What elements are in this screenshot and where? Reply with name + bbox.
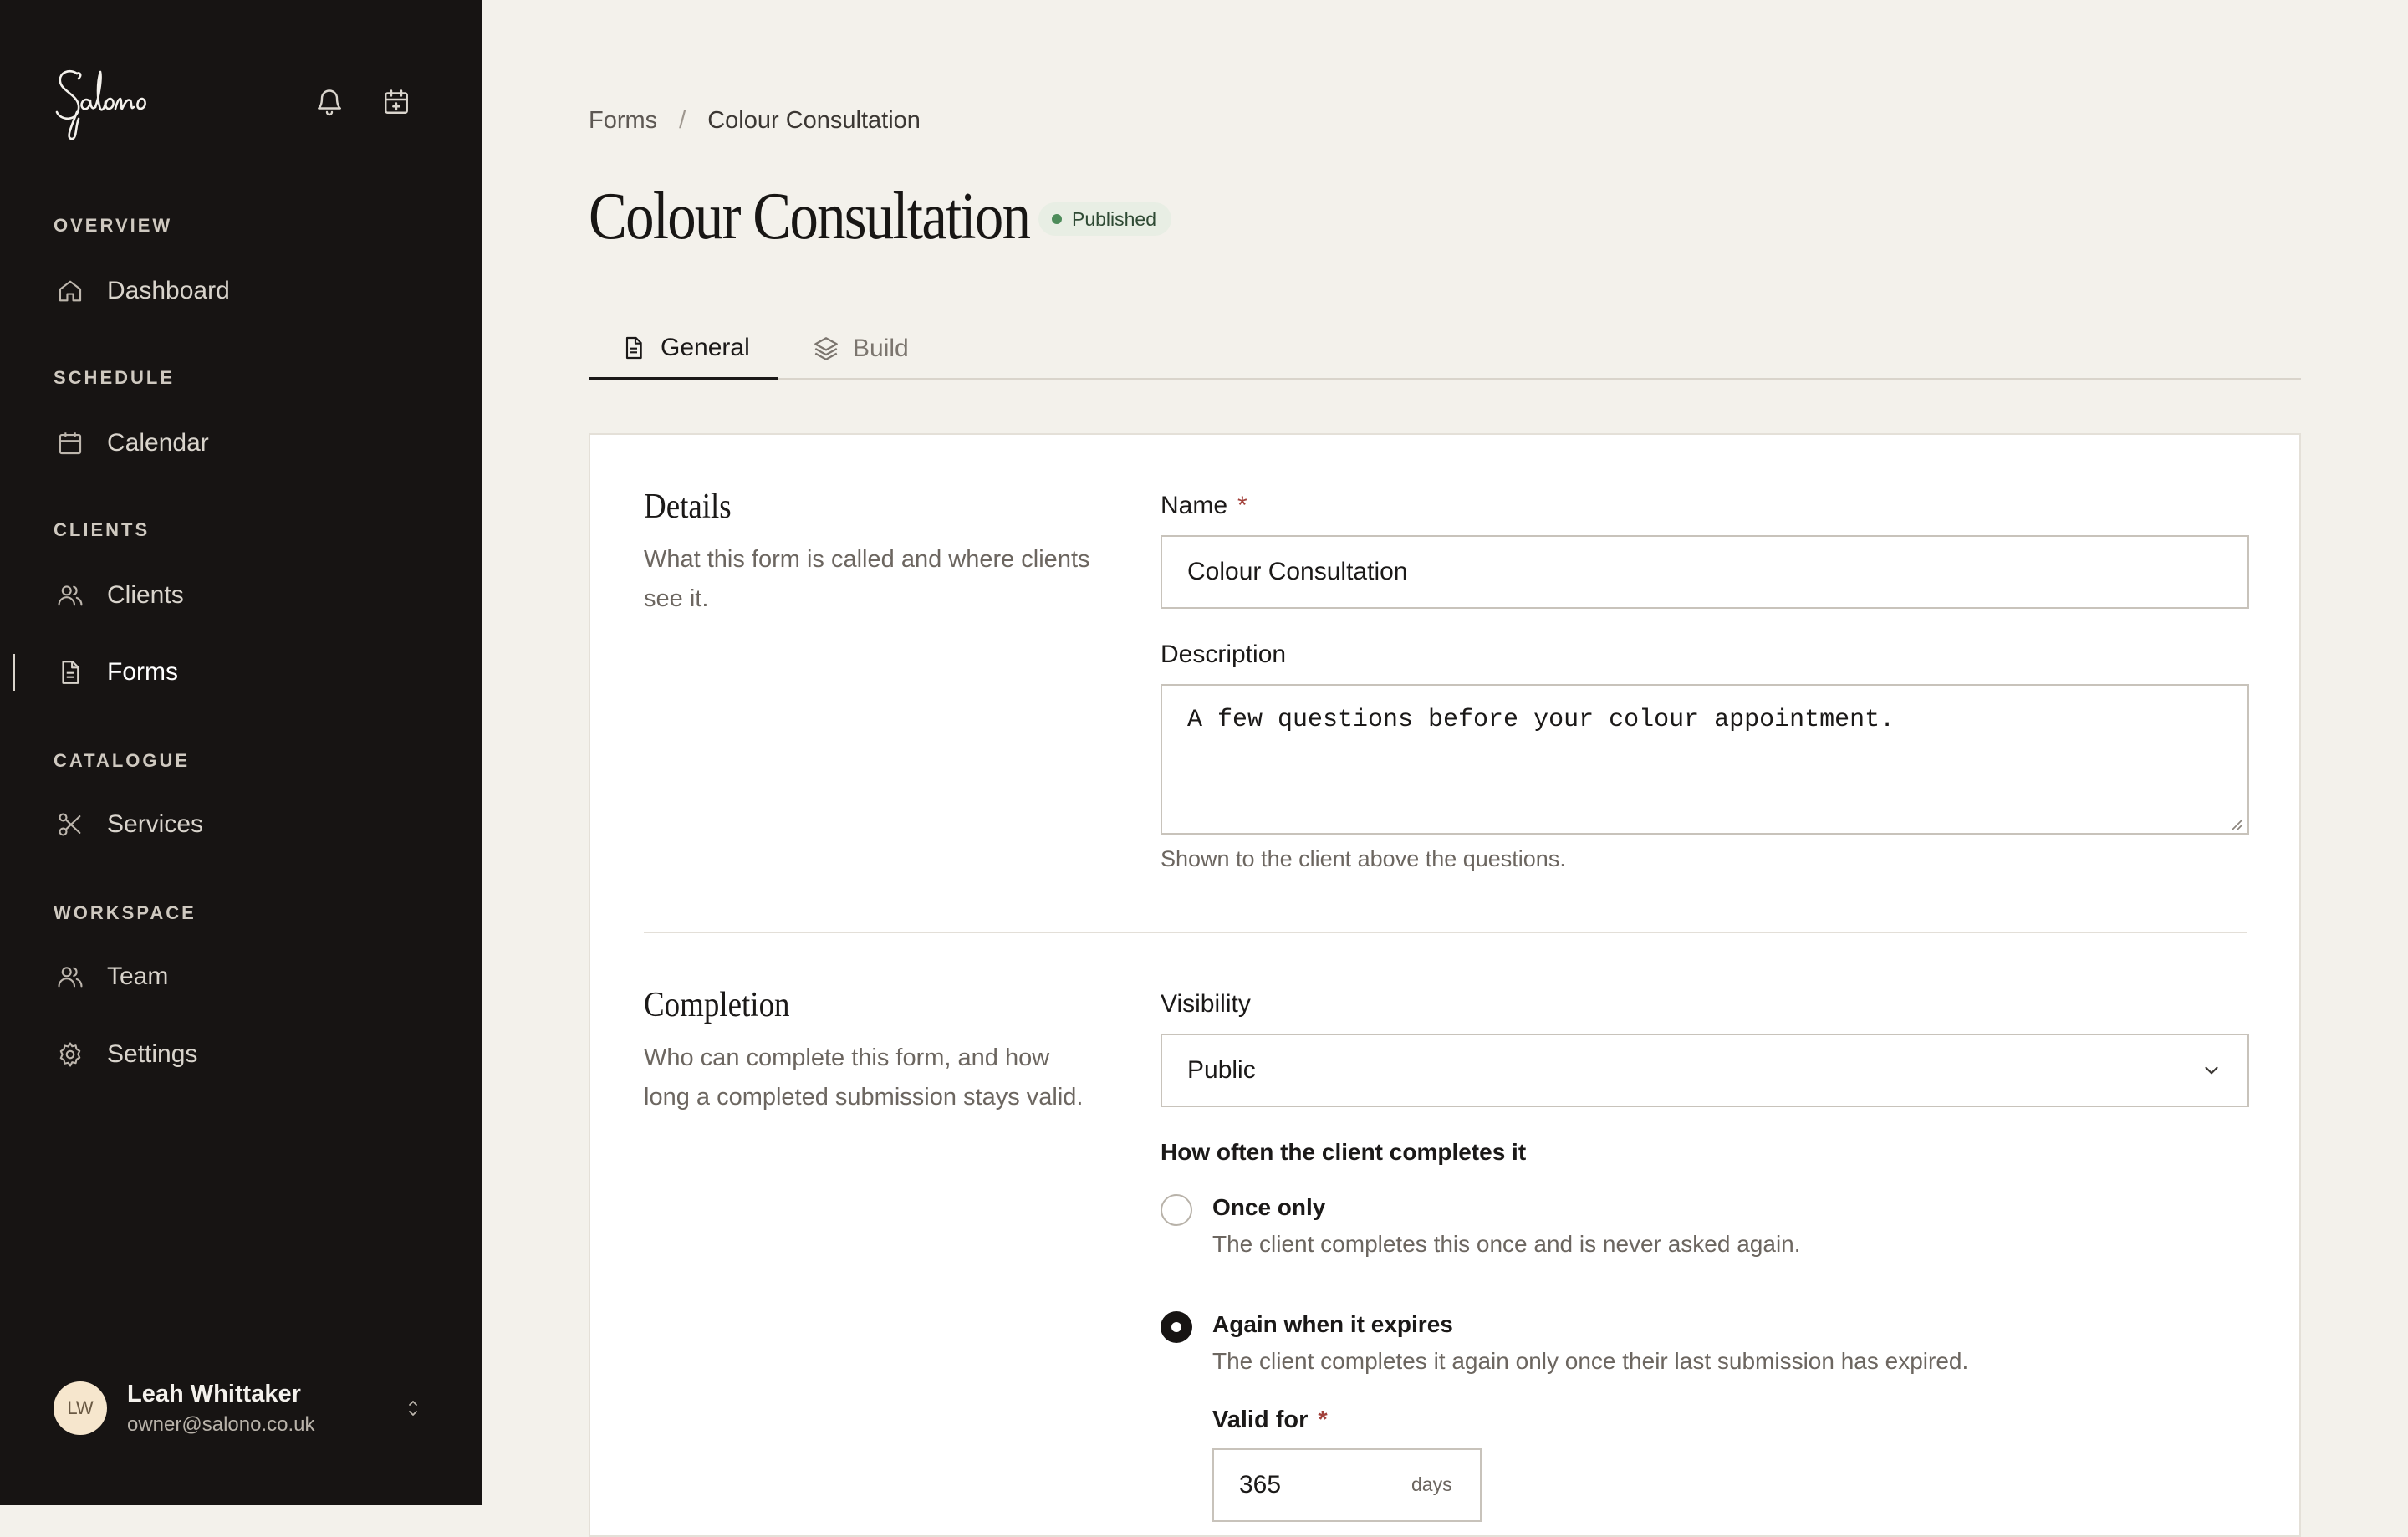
visibility-label: Visibility <box>1161 990 1251 1018</box>
sidebar-item-label: Services <box>107 810 204 838</box>
sidebar-item-label: Clients <box>107 581 184 609</box>
description-textarea[interactable]: A few questions before your colour appoi… <box>1161 684 2249 835</box>
sidebar-item-label: Forms <box>107 658 178 686</box>
name-label-text: Name <box>1161 492 1228 519</box>
sidebar-item-settings[interactable]: Settings <box>54 1031 197 1078</box>
avatar: LW <box>54 1381 107 1435</box>
sidebar-item-forms[interactable]: Forms <box>54 649 178 696</box>
again-when-expires-title: Again when it expires <box>1212 1311 1453 1337</box>
users-icon <box>54 579 87 612</box>
once-only-description: The client completes this once and is ne… <box>1212 1231 1801 1257</box>
valid-for-label: Valid for * <box>1212 1407 1328 1434</box>
gear-icon <box>54 1038 87 1071</box>
section-description-completion: Who can complete this form, and how long… <box>644 1044 1084 1111</box>
required-marker: * <box>1318 1407 1328 1433</box>
user-name: Leah Whittaker <box>127 1380 301 1407</box>
description-label: Description <box>1161 641 1287 668</box>
again-when-expires-radio[interactable] <box>1161 1311 1192 1343</box>
section-title-completion: Completion <box>644 986 790 1024</box>
status-dot-icon <box>1052 214 1062 224</box>
valid-for-label-text: Valid for <box>1212 1407 1309 1433</box>
required-marker: * <box>1237 492 1247 519</box>
sidebar-item-team[interactable]: Team <box>54 953 168 1000</box>
chevron-up-down-icon[interactable] <box>396 1391 430 1425</box>
description-hint: Shown to the client above the questions. <box>1161 846 1566 871</box>
resize-handle-icon[interactable] <box>2229 816 2244 831</box>
layers-icon <box>811 334 841 364</box>
sidebar-item-label: Team <box>107 963 169 990</box>
active-indicator <box>13 654 15 691</box>
document-icon <box>54 656 87 689</box>
name-input[interactable] <box>1161 535 2249 609</box>
sidebar-item-label: Calendar <box>107 429 209 457</box>
user-email: owner@salono.co.uk <box>127 1412 315 1436</box>
calendar-plus-icon[interactable] <box>378 84 415 120</box>
status-badge-label: Published <box>1072 207 1157 230</box>
salono-logo[interactable] <box>52 62 169 142</box>
tab-label: General <box>661 333 750 361</box>
users-icon <box>54 960 87 993</box>
breadcrumb-current: Colour Consultation <box>707 107 921 134</box>
sidebar: OVERVIEW Dashboard SCHEDULE Calendar CLI… <box>0 0 482 1505</box>
breadcrumb: Forms / Colour Consultation <box>589 107 921 135</box>
section-description-details: What this form is called and where clien… <box>644 546 1090 612</box>
section-label-clients: CLIENTS <box>54 519 150 540</box>
status-badge: Published <box>1038 202 1172 236</box>
tab-general[interactable]: General <box>589 318 778 380</box>
bell-icon[interactable] <box>311 84 348 120</box>
home-icon <box>54 274 87 308</box>
name-label: Name * <box>1161 492 1247 520</box>
valid-for-unit: days <box>1411 1473 1452 1495</box>
breadcrumb-separator: / <box>679 107 686 134</box>
section-label-catalogue: CATALOGUE <box>54 750 191 771</box>
visibility-value: Public <box>1187 1056 1256 1084</box>
breadcrumb-forms-link[interactable]: Forms <box>589 107 657 135</box>
section-label-overview: OVERVIEW <box>54 215 173 236</box>
sidebar-item-calendar[interactable]: Calendar <box>54 420 209 467</box>
form-settings-card: Details What this form is called and whe… <box>589 433 2301 1537</box>
sidebar-item-clients[interactable]: Clients <box>54 572 184 619</box>
section-label-schedule: SCHEDULE <box>54 367 176 388</box>
once-only-radio[interactable] <box>1161 1194 1192 1226</box>
tab-label: Build <box>853 334 909 362</box>
scissors-icon <box>54 808 87 841</box>
user-menu[interactable]: LW Leah Whittaker owner@salono.co.uk <box>54 1378 430 1438</box>
sidebar-item-services[interactable]: Services <box>54 801 203 848</box>
sidebar-item-dashboard[interactable]: Dashboard <box>54 268 230 314</box>
frequency-label: How often the client completes it <box>1161 1139 1527 1165</box>
visibility-select[interactable]: Public <box>1161 1034 2249 1107</box>
section-title-details: Details <box>644 488 732 526</box>
section-divider <box>644 932 2247 933</box>
again-when-expires-description: The client completes it again only once … <box>1212 1348 1969 1374</box>
document-icon <box>619 333 649 363</box>
tab-build[interactable]: Build <box>811 318 909 380</box>
once-only-title: Once only <box>1212 1194 1326 1220</box>
sidebar-item-label: Settings <box>107 1040 198 1068</box>
calendar-icon <box>54 426 87 460</box>
page-title: Colour Consultation <box>589 180 1031 253</box>
section-label-workspace: WORKSPACE <box>54 902 196 923</box>
chevron-down-icon <box>2205 1066 2218 1075</box>
sidebar-item-label: Dashboard <box>107 277 230 304</box>
tab-bar: General Build <box>589 318 2301 380</box>
